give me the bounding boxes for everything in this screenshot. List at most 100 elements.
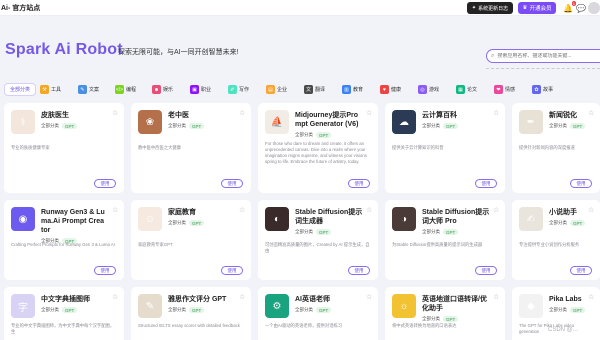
app-meta: 全部分类 GPT [549, 123, 586, 129]
app-card[interactable]: ⛵ Midjourney提示Pro mpt Generator (V6) ☆ 全部分类 G… [258, 103, 378, 193]
star-icon[interactable]: ☆ [588, 293, 594, 301]
app-card[interactable]: ◐ Stable Diffusion提示 词生成器 ☆ 全部分类 GPT 可创造精准高质量的… [258, 200, 378, 280]
use-button[interactable]: 使用 [570, 266, 592, 275]
app-card[interactable]: ◑ Stable Diffusion提示 词大师 Pro ☆ 全部分类 GPT 为Stabl… [385, 200, 505, 280]
app-card[interactable]: ⚕ 皮肤医生 ☆ 全部分类 GPT 专业的肤质健康专家 使用 [4, 103, 124, 193]
top-bar: Ai- 官方站点 ✦ 系统更新日志 ♛ 开通会员 🔔 1 💬 [0, 0, 600, 16]
category-book[interactable]: ▥ 教育 [342, 83, 363, 96]
category-emotion[interactable]: ❤ 情感 [494, 83, 515, 96]
heart-icon: ♥ [380, 85, 389, 94]
use-button[interactable]: 使用 [94, 179, 116, 188]
use-button[interactable]: 使用 [475, 266, 497, 275]
category-heart[interactable]: ♥ 健康 [380, 83, 401, 96]
openai-icon: ⚙ [265, 294, 289, 318]
tagline: 探索无限可能，与AI一同开创智慧未来! [118, 49, 239, 56]
use-button[interactable]: 使用 [348, 266, 370, 275]
app-meta: 全部分类 GPT [168, 220, 205, 226]
star-icon[interactable]: ☆ [366, 293, 372, 301]
app-card[interactable]: ✎ 雅思作文评分 GPT ☆ 全部分类 GPT Structured IELTS essa… [131, 287, 251, 340]
gpt-badge: GPT [62, 307, 78, 313]
gpt-badge: GPT [570, 123, 586, 129]
category-paper[interactable]: ▦ 论文 [456, 83, 477, 96]
app-category: 全部分类 [41, 123, 59, 128]
star-icon[interactable]: ☆ [112, 109, 118, 117]
building-icon: ▤ [266, 85, 275, 94]
app-card[interactable]: ✒ 新闻锐化 ☆ 全部分类 GPT 提供针对新闻内容的深度报道 使用 [512, 103, 600, 193]
category-briefcase[interactable]: ▣ 职业 [190, 83, 211, 96]
star-icon[interactable]: ☆ [588, 109, 594, 117]
category-label: 健康 [391, 87, 402, 93]
category-tool[interactable]: ⚒ 工具 [40, 83, 61, 96]
star-icon[interactable]: ☆ [112, 293, 118, 301]
app-card[interactable]: ☺ 家庭教育 ☆ 全部分类 GPT 家庭教育专家GPT 使用 [131, 200, 251, 280]
avatar[interactable] [588, 2, 600, 14]
category-game[interactable]: ☻ 娱乐 [152, 83, 173, 96]
bell-icon[interactable]: 🔔 1 [563, 1, 576, 14]
app-title-line: ma.Ai Prompt Crea [41, 218, 105, 225]
search-input[interactable] [497, 53, 598, 59]
use-button[interactable]: 使用 [94, 266, 116, 275]
app-title: AI英语老师 [295, 296, 330, 303]
category-pen[interactable]: ✐ 写作 [228, 83, 249, 96]
doctor-icon: ⚕ [11, 110, 35, 134]
star-icon[interactable]: ☆ [239, 109, 245, 117]
star-icon[interactable]: ☆ [493, 206, 499, 214]
category-gamepad[interactable]: ◎ 游戏 [418, 83, 439, 96]
category-label: 论文 [467, 87, 478, 93]
star-icon[interactable]: ☆ [493, 293, 499, 301]
app-title: Midjourney提示Pro mpt Generator (V6) [295, 111, 358, 129]
category-label: 翻译 [315, 87, 326, 93]
app-card[interactable]: ☁ 云计算百科 ☆ 全部分类 GPT 提供关于云计算知识的科普 使用 [385, 103, 505, 193]
category-story[interactable]: ✿ 故事 [532, 83, 553, 96]
category-label: 情感 [505, 87, 516, 93]
app-card[interactable]: ✍ 小说助手 ☆ 全部分类 GPT 专注提供专业小说创作分析服务 使用 [512, 200, 600, 280]
cloud-icon: ☁ [392, 110, 416, 134]
app-category: 全部分类 [41, 307, 59, 312]
app-card[interactable]: 字中文字典插图师 ☆ 全部分类 GPT 专业的中文字典插图师，为中文字典中每个汉字配图，… [4, 287, 124, 340]
star-icon[interactable]: ☆ [366, 109, 372, 117]
app-card[interactable]: ⚙ AI英语老师 ☆ 全部分类 GPT 一个由AI驱动的英语老师，提供对话练习 [258, 287, 378, 340]
star-icon[interactable]: ☆ [239, 206, 245, 214]
use-button[interactable]: 使用 [221, 179, 243, 188]
use-button[interactable]: 使用 [475, 179, 497, 188]
story-icon: ✿ [532, 85, 541, 94]
app-card[interactable]: ◉ Runway Gen3 & Lu ma.Ai Prompt Crea tor ☆ 全部… [4, 200, 124, 280]
category-building[interactable]: ▤ 企业 [266, 83, 287, 96]
app-description: 专业的中文字典插图师，为中文字典中每个汉字配图，生 [11, 323, 115, 334]
app-title: 小说助手 [549, 209, 577, 216]
app-card[interactable]: ☼ 英语地道口语转译/优 化助手 ☆ 全部分类 GPT 将中式英语转换为地道的口语表达 [385, 287, 505, 340]
app-meta: 全部分类 GPT [295, 229, 332, 235]
category-label: 企业 [277, 87, 288, 93]
app-description: 可创造精准高质量的图片，Created by AI 提示生成，自由 [265, 242, 370, 253]
category-label: 编程 [126, 87, 137, 93]
member-button[interactable]: ♛ 开通会员 [518, 2, 556, 14]
app-title-line: Stable Diffusion提示 [295, 209, 363, 216]
code-icon: </> [115, 85, 124, 94]
app-category: 全部分类 [295, 229, 313, 234]
star-icon[interactable]: ☆ [112, 206, 118, 214]
category-all[interactable]: 全部分类 [4, 83, 36, 96]
app-description: 教中医中西医之大健康 [138, 145, 181, 150]
writer-icon: ✍ [519, 207, 543, 231]
use-button[interactable]: 使用 [348, 179, 370, 188]
star-icon[interactable]: ☆ [239, 293, 245, 301]
app-description: 将中式英语转换为地道的口语表达 [392, 323, 457, 328]
pen-icon: ✐ [228, 85, 237, 94]
app-title: 家庭教育 [168, 209, 196, 216]
star-icon[interactable]: ☆ [588, 206, 594, 214]
app-description: 专注提供专业小说创作分析服务 [519, 242, 580, 247]
category-code[interactable]: </> 编程 [115, 83, 136, 96]
update-log-button[interactable]: ✦ 系统更新日志 [467, 2, 513, 14]
app-card[interactable]: ❀ 老中医 ☆ 全部分类 GPT 教中医中西医之大健康 使用 [131, 103, 251, 193]
chat-icon[interactable]: 💬 [576, 2, 586, 14]
use-button[interactable]: 使用 [221, 266, 243, 275]
star-icon[interactable]: ☆ [493, 109, 499, 117]
book-icon: ▥ [342, 85, 351, 94]
category-doc[interactable]: ✎ 文案 [78, 83, 99, 96]
search-box[interactable]: ⌕ [486, 49, 600, 63]
app-meta: 全部分类 GPT [549, 307, 586, 313]
use-button[interactable]: 使用 [570, 179, 592, 188]
category-translate[interactable]: 文翻译 [304, 83, 325, 96]
gpt-badge: GPT [316, 132, 332, 138]
star-icon[interactable]: ☆ [366, 206, 372, 214]
